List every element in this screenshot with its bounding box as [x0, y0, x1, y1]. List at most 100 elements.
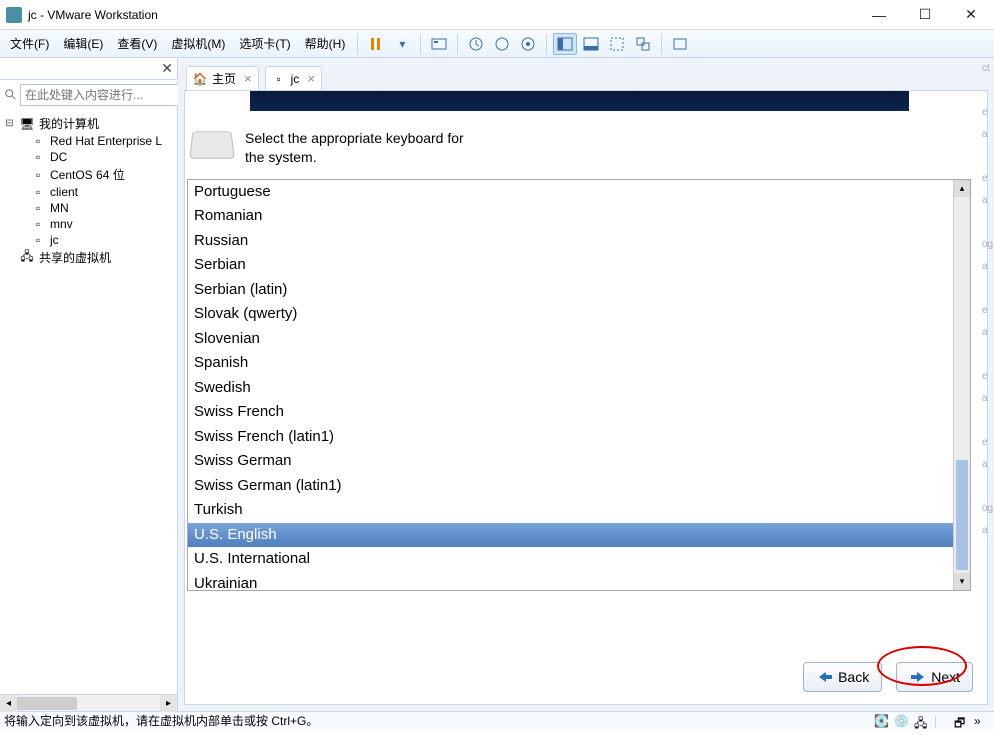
sidebar-hscrollbar[interactable]: ◂ ▸: [0, 694, 177, 711]
computer-icon: 🖥: [19, 117, 35, 131]
keyboard-option[interactable]: Spanish: [188, 351, 953, 376]
scroll-right-icon[interactable]: ▸: [160, 695, 177, 712]
tab-close-icon[interactable]: ×: [244, 71, 252, 86]
scroll-thumb[interactable]: [956, 460, 968, 570]
menu-vm[interactable]: 虚拟机(M): [165, 33, 231, 54]
menu-help[interactable]: 帮助(H): [299, 33, 352, 54]
send-keys-icon[interactable]: [427, 33, 451, 55]
tab-close-icon[interactable]: ×: [307, 71, 315, 86]
menu-tabs[interactable]: 选项卡(T): [233, 33, 296, 54]
scroll-thumb[interactable]: [17, 697, 77, 710]
vm-icon: ▫: [30, 134, 46, 148]
next-button[interactable]: Next: [896, 662, 973, 692]
close-button[interactable]: ✕: [948, 0, 994, 30]
tree-vm-item[interactable]: ▫ jc: [2, 232, 177, 248]
library-icon[interactable]: [668, 33, 692, 55]
expand-icon[interactable]: [4, 252, 15, 263]
tab-jc[interactable]: ▫ jc ×: [265, 66, 322, 90]
scroll-up-icon[interactable]: ▴: [954, 180, 970, 197]
tree-root-mycomputer[interactable]: ⊟ 🖥 我的计算机: [2, 114, 177, 133]
status-message: 将输入定向到该虚拟机，请在虚拟机内部单击或按 Ctrl+G。: [4, 712, 874, 729]
keyboard-option[interactable]: Turkish: [188, 498, 953, 523]
menu-file[interactable]: 文件(F): [4, 33, 55, 54]
tray-screens-icon[interactable]: 🗗: [954, 714, 970, 728]
dropdown-icon[interactable]: ▾: [390, 33, 414, 55]
keyboard-option[interactable]: U.S. English: [188, 523, 953, 548]
tree-label: client: [50, 185, 78, 199]
vm-icon: ▫: [30, 150, 46, 164]
tree-label: 我的计算机: [39, 115, 99, 132]
keyboard-option[interactable]: Swiss French (latin1): [188, 425, 953, 450]
shared-icon: 🖧: [19, 251, 35, 265]
menu-edit[interactable]: 编辑(E): [57, 33, 109, 54]
tree-vm-item[interactable]: ▫ CentOS 64 位: [2, 165, 177, 184]
view-console-icon[interactable]: [553, 33, 577, 55]
keyboard-option[interactable]: Serbian: [188, 253, 953, 278]
view-unity-icon[interactable]: [631, 33, 655, 55]
tree-label: Red Hat Enterprise L: [50, 134, 162, 148]
menubar: 文件(F) 编辑(E) 查看(V) 虚拟机(M) 选项卡(T) 帮助(H) ▾: [0, 30, 994, 58]
scroll-left-icon[interactable]: ◂: [0, 695, 17, 712]
app-icon: [6, 7, 22, 23]
keyboard-option[interactable]: Portuguese: [188, 180, 953, 205]
tray-disk-icon[interactable]: 💽: [874, 714, 890, 728]
arrow-right-icon: [909, 670, 927, 684]
tab-home[interactable]: 🏠 主页 ×: [186, 66, 259, 90]
maximize-button[interactable]: ☐: [902, 0, 948, 30]
keyboard-list-scrollbar[interactable]: ▴ ▾: [953, 180, 970, 590]
keyboard-option[interactable]: Slovenian: [188, 327, 953, 352]
keyboard-list[interactable]: PortugueseRomanianRussianSerbianSerbian …: [188, 180, 953, 590]
keyboard-option[interactable]: Swiss German (latin1): [188, 474, 953, 499]
menu-view[interactable]: 查看(V): [111, 33, 163, 54]
keyboard-option[interactable]: Slovak (qwerty): [188, 302, 953, 327]
keyboard-option[interactable]: U.S. International: [188, 547, 953, 572]
tab-strip: 🏠 主页 × ▫ jc ×: [178, 58, 994, 90]
keyboard-option[interactable]: Swiss French: [188, 400, 953, 425]
vm-icon: ▫: [30, 168, 46, 182]
tab-label: 主页: [212, 70, 236, 87]
main-area: 🏠 主页 × ▫ jc × Select the appropriate key…: [178, 58, 994, 711]
minimize-button[interactable]: —: [856, 0, 902, 30]
back-button[interactable]: Back: [803, 662, 882, 692]
tree-vm-item[interactable]: ▫mnv: [2, 216, 177, 232]
tree-vm-item[interactable]: ▫client: [2, 184, 177, 200]
view-fullscreen-icon[interactable]: [605, 33, 629, 55]
vm-console[interactable]: Select the appropriate keyboard for the …: [184, 90, 988, 705]
workspace: ✕ ▼ ⊟ 🖥 我的计算机 ▫Red Hat Enterprise L▫DC▫C…: [0, 58, 994, 711]
installer-header-bar: [250, 91, 909, 111]
vm-icon: ▫: [30, 233, 46, 247]
instruction-text: Select the appropriate keyboard for: [245, 129, 464, 148]
scroll-down-icon[interactable]: ▾: [954, 573, 970, 590]
keyboard-option[interactable]: Russian: [188, 229, 953, 254]
sidebar-close-icon[interactable]: ✕: [161, 60, 173, 77]
vm-icon: ▫: [272, 72, 286, 86]
keyboard-list-container: PortugueseRomanianRussianSerbianSerbian …: [187, 179, 971, 591]
tree-vm-item[interactable]: ▫ DC: [2, 149, 177, 165]
view-stretch-icon[interactable]: [579, 33, 603, 55]
tree-vm-item[interactable]: ▫MN: [2, 200, 177, 216]
tray-net-icon[interactable]: 🖧: [914, 714, 930, 728]
keyboard-option[interactable]: Serbian (latin): [188, 278, 953, 303]
tray-cd-icon[interactable]: 💿: [894, 714, 910, 728]
library-search-input[interactable]: [20, 84, 185, 106]
tree-label: CentOS 64 位: [50, 166, 125, 183]
button-label: Next: [931, 669, 960, 685]
tree-label: jc: [50, 233, 59, 247]
keyboard-option[interactable]: Swedish: [188, 376, 953, 401]
keyboard-option[interactable]: Romanian: [188, 204, 953, 229]
keyboard-option[interactable]: Swiss German: [188, 449, 953, 474]
tree-label: DC: [50, 150, 67, 164]
keyboard-option[interactable]: Ukrainian: [188, 572, 953, 590]
pause-icon[interactable]: [364, 33, 388, 55]
search-icon: [4, 87, 18, 103]
tray-chevron-icon[interactable]: »: [974, 714, 990, 728]
snapshot-manage-icon[interactable]: [516, 33, 540, 55]
status-tray: 💽 💿 🖧 | 🗗 »: [874, 714, 990, 728]
expand-icon[interactable]: ⊟: [4, 118, 15, 129]
tree-vm-item[interactable]: ▫ Red Hat Enterprise L: [2, 133, 177, 149]
snapshot-icon[interactable]: [464, 33, 488, 55]
window-title: jc - VMware Workstation: [28, 8, 856, 22]
snapshot-revert-icon[interactable]: [490, 33, 514, 55]
tab-label: jc: [291, 72, 300, 86]
tree-root-shared[interactable]: 🖧 共享的虚拟机: [2, 248, 177, 267]
